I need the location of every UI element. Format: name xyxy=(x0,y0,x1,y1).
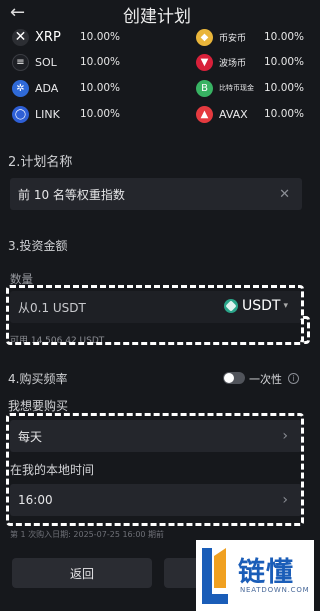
page-title: 创建计划 xyxy=(123,7,191,27)
plan-name-input[interactable]: 前 10 名等权重指数 ✕ xyxy=(10,178,302,210)
coin-pct: 10.00% xyxy=(80,108,121,120)
highlight-frequency xyxy=(6,413,304,526)
sol-icon: ≡ xyxy=(12,53,29,71)
frequency-label: 4.购买频率 xyxy=(8,372,68,386)
coin-pct: 10.00% xyxy=(80,82,121,94)
coin-name: SOL xyxy=(35,55,57,69)
link-icon: ◯ xyxy=(12,105,29,123)
coin-name: 币安币 xyxy=(219,33,247,44)
back-button[interactable]: 返回 xyxy=(12,558,152,588)
coin-pct: 10.00% xyxy=(80,31,121,43)
coin-row-avax: ▲ AVAX xyxy=(196,103,248,125)
coin-row-link: ◯ LINK xyxy=(12,103,60,125)
first-buy-note: 第 1 次购入日期: 2025-07-25 16:00 期前 xyxy=(10,530,165,539)
brand-domain: NEATDOWN.COM xyxy=(240,586,310,594)
coin-name: XRP xyxy=(35,29,61,45)
clear-icon[interactable]: ✕ xyxy=(279,187,290,202)
highlight-edge xyxy=(300,316,310,344)
coin-row-xrp: ✕ XRP xyxy=(12,26,61,48)
coin-row-bch: B 比特币现金 xyxy=(196,77,254,99)
logo-mark-icon xyxy=(202,548,228,604)
coin-pct: 10.00% xyxy=(264,82,305,94)
coin-row-sol: ≡ SOL xyxy=(12,51,57,73)
one-time-label: 一次性 xyxy=(249,373,282,386)
xrp-icon: ✕ xyxy=(12,28,29,46)
coin-name: ADA xyxy=(35,81,59,95)
coin-name: 波场币 xyxy=(219,58,247,69)
coin-row-bnb: ◆ 币安币 xyxy=(196,26,246,48)
coin-pct: 10.00% xyxy=(264,31,305,43)
ada-icon: ✲ xyxy=(12,79,29,97)
watermark-logo: 链懂 NEATDOWN.COM xyxy=(196,540,314,611)
coin-pct: 10.00% xyxy=(264,56,305,68)
coin-name: AVAX xyxy=(219,107,248,121)
highlight-amount xyxy=(6,285,304,345)
plan-name-value: 前 10 名等权重指数 xyxy=(18,187,125,202)
trx-icon: ▼ xyxy=(196,53,213,71)
coin-pct: 10.00% xyxy=(80,56,121,68)
coin-row-ada: ✲ ADA xyxy=(12,77,58,99)
coin-name: LINK xyxy=(35,107,60,121)
coin-pct: 10.00% xyxy=(264,108,305,120)
coin-name: 比特币现金 xyxy=(219,84,254,92)
one-time-toggle[interactable] xyxy=(223,372,245,384)
info-icon[interactable]: i xyxy=(288,373,299,384)
plan-name-label: 2.计划名称 xyxy=(8,155,73,170)
invest-label: 3.投资金额 xyxy=(8,239,68,253)
bch-icon: B xyxy=(196,79,213,97)
avax-icon: ▲ xyxy=(196,105,213,123)
header: ← 创建计划 xyxy=(0,0,314,27)
want-to-buy-label: 我想要购买 xyxy=(8,399,69,413)
coin-row-trx: ▼ 波场币 xyxy=(196,51,246,73)
brand-text: 链懂 xyxy=(238,557,294,588)
bnb-icon: ◆ xyxy=(196,28,213,46)
